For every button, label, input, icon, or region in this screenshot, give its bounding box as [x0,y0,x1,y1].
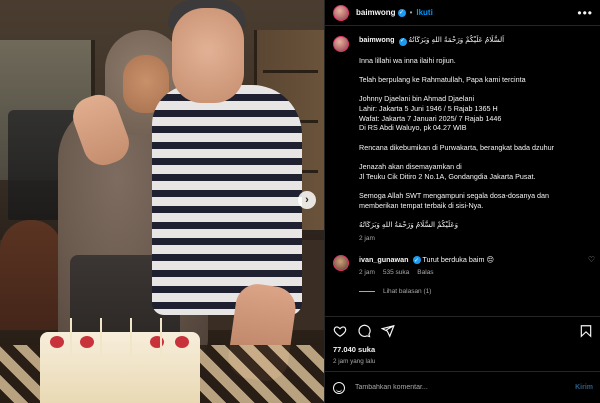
caption-line: memberikan tempat terbaik di sisi-Nya. [359,201,484,210]
instagram-post-modal: › baimwong ✓ • Ikuti ••• baimwong ✓ اَلس… [0,0,600,403]
caption-line: Telah berpulang ke Rahmatullah, Papa kam… [359,74,526,84]
comments-scroll-area[interactable]: baimwong ✓ اَلسَّلَامُ عَلَيْكُمْ وَرَحْ… [325,27,600,310]
comment-time[interactable]: 2 jam [359,269,375,276]
caption-text: baimwong ✓ اَلسَّلَامُ عَلَيْكُمْ وَرَحْ… [359,35,593,244]
follow-button[interactable]: Ikuti [416,8,432,17]
post-comment-button[interactable]: Kirim [575,384,593,391]
comment-meta: 2 jam 535 suka Balas [359,269,589,276]
caption-line: Johnny Djaelani bin Ahmad Djaelani [359,94,475,104]
emoji-icon[interactable] [333,381,345,394]
reply-divider [359,291,375,293]
photo-candle [100,318,102,358]
heart-icon[interactable] [333,324,347,338]
next-photo-button[interactable]: › [298,191,316,209]
like-count[interactable]: 77.040 suka [333,345,593,354]
photo-candle [70,318,72,358]
caption-username[interactable]: baimwong [359,35,395,44]
verified-icon: ✓ [398,37,407,46]
action-bar [333,317,593,345]
photo-candle [130,318,132,358]
photo-candle [160,318,162,358]
photo-man-shirt [152,85,302,315]
caption-line: Lahir: Jakarta 5 Juni 1946 / 5 Rajab 136… [359,104,498,114]
caption-line [359,85,593,95]
more-options-button[interactable]: ••• [577,6,593,20]
caption-line: Semoga Allah SWT mengampuni segala dosa-… [359,191,550,201]
verified-icon: ✓ [397,8,406,17]
post-photo[interactable]: › [0,0,324,403]
caption-line-0: baimwong ✓ اَلسَّلَامُ عَلَيْكُمْ وَرَحْ… [359,35,593,46]
caption-line [359,65,593,75]
verified-icon: ✓ [412,256,421,265]
caption-line: Jl Teuku Cik Ditiro 2 No.1A, Gondangdia … [359,171,536,181]
author-username[interactable]: baimwong [356,8,396,17]
author-avatar[interactable] [333,4,349,21]
bookmark-icon[interactable] [579,324,593,338]
caption-line: وَعَلَيْكُمْ السَّلَامُ وَرَحْمَةُ اللهِ… [359,220,459,230]
view-replies-button[interactable]: Lihat balasan (1) [359,288,593,295]
view-replies-label: Lihat balasan (1) [383,288,432,296]
caption-line: Inna lillahi wa inna ilaihi rojiun. [359,55,456,65]
caption-line [359,46,593,56]
photo-cake [40,332,200,403]
header-separator: • [409,8,413,17]
caption-avatar[interactable] [333,36,349,52]
comment-icon[interactable] [357,324,371,338]
comment-input[interactable] [355,384,576,391]
comment-item: ivan_gunawan ✓ Turut berduka baim 😔 2 ja… [333,254,595,277]
caption-line [359,133,593,143]
caption-line [359,211,593,221]
reply-button[interactable]: Balas [417,269,433,276]
comment-body: ivan_gunawan ✓ Turut berduka baim 😔 2 ja… [359,255,589,277]
chevron-right-icon: › [305,194,309,206]
share-icon[interactable] [381,324,395,338]
caption-line: Di RS Abdi Waluyo, pk 04.27 WIB [359,123,467,133]
caption-line: Wafat: Jakarta 7 Januari 2025/ 7 Rajab 1… [359,113,502,123]
caption: baimwong ✓ اَلسَّلَامُ عَلَيْكُمْ وَرَحْ… [333,35,593,244]
commenter-avatar[interactable] [333,254,349,271]
caption-timestamp[interactable]: 2 jam [359,234,593,244]
comment-likes[interactable]: 535 suka [383,269,409,276]
posted-time[interactable]: 2 jam yang lalu [333,358,593,365]
photo-man-face [172,8,244,103]
commenter-username[interactable]: ivan_gunawan [359,255,409,264]
caption-line [359,182,593,192]
heart-icon[interactable]: ♡ [588,255,595,264]
post-header: baimwong ✓ • Ikuti ••• [325,0,600,26]
caption-greeting: اَلسَّلَامُ عَلَيْكُمْ وَرَحْمَةُ اللهِ … [408,35,505,44]
caption-line [359,153,593,163]
comment-text: Turut berduka baim 😔 [422,254,494,264]
comment-composer: Kirim [325,371,600,403]
post-actions: 77.040 suka 2 jam yang lalu [325,316,600,365]
caption-line: Rencana dikebumikan di Purwakarta, beran… [359,142,554,152]
caption-line: Jenazah akan disemayamkan di [359,162,462,172]
post-side-panel: baimwong ✓ • Ikuti ••• baimwong ✓ اَلسَّ… [324,0,600,403]
